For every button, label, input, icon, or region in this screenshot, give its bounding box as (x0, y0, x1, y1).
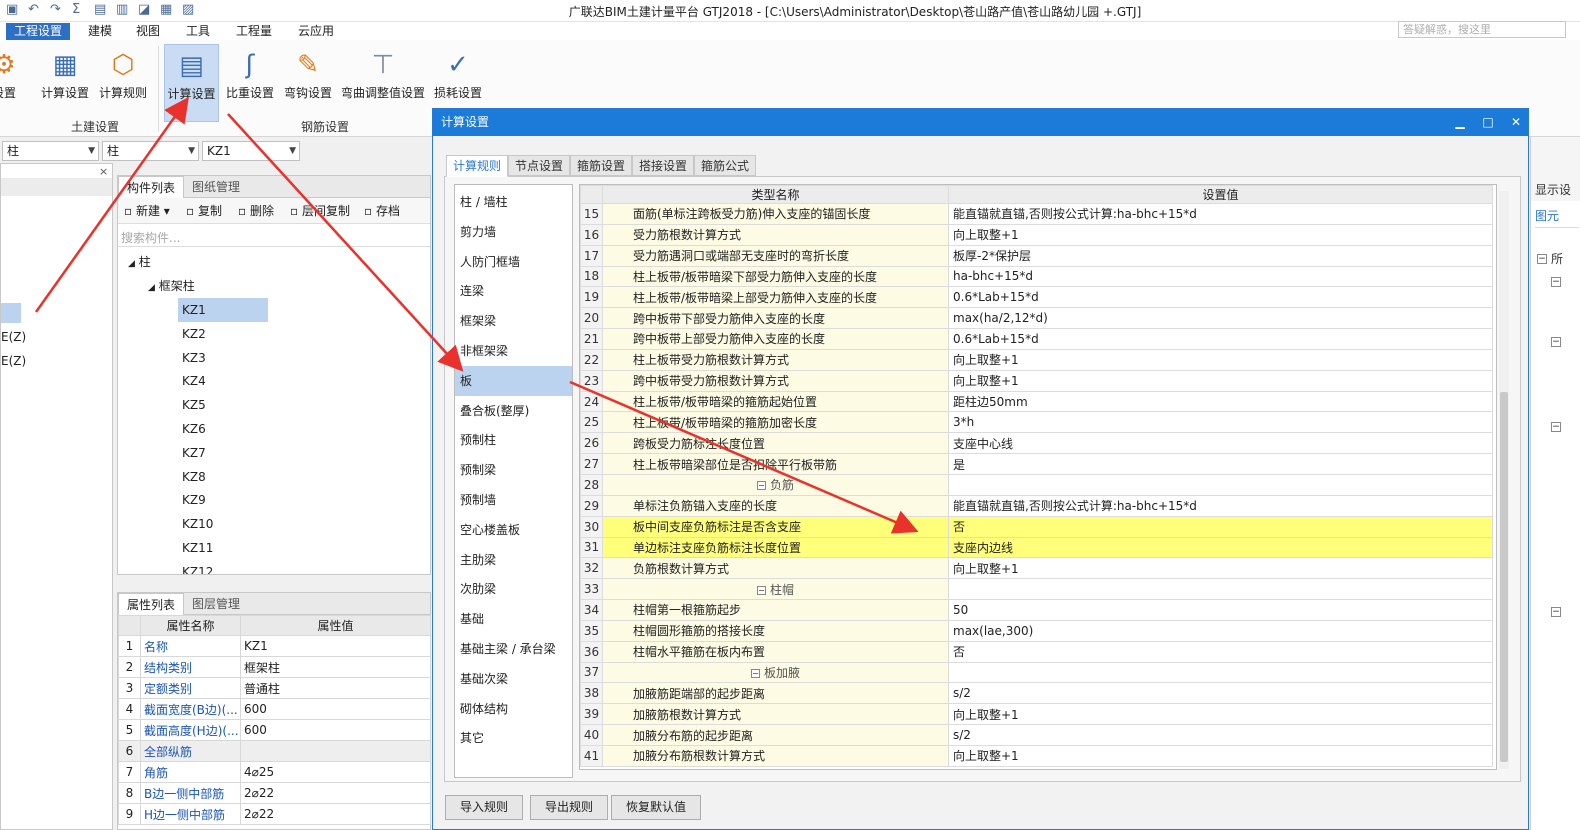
arrow-to-highlighted-rows (569, 380, 919, 534)
arrow-to-slab-category (227, 113, 464, 372)
annotation-arrows (34, 96, 919, 534)
arrow-to-calc-settings (34, 96, 189, 313)
